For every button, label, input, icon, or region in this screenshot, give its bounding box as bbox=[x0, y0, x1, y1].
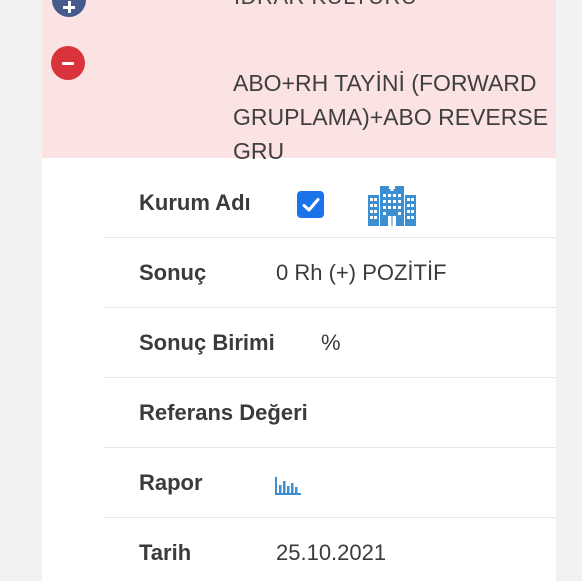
result-row: Sonuç 0 Rh (+) POZİTİF bbox=[104, 238, 556, 308]
institution-checkbox[interactable] bbox=[297, 191, 324, 218]
institution-label: Kurum Adı bbox=[139, 189, 251, 215]
result-label: Sonuç bbox=[139, 259, 207, 285]
collapse-button[interactable] bbox=[51, 46, 85, 80]
date-value: 25.10.2021 bbox=[276, 540, 387, 565]
institution-row: Kurum Adı bbox=[104, 168, 556, 238]
checkmark-icon bbox=[302, 197, 319, 211]
result-value: 0 Rh (+) POZİTİF bbox=[276, 259, 447, 285]
test-results-card: İDRAR KÜLTÜRÜ ABO+RH TAYİNİ (FORWARD GRU… bbox=[42, 0, 556, 581]
report-row: Rapor bbox=[104, 448, 556, 518]
report-label: Rapor bbox=[139, 469, 203, 495]
current-test-header[interactable]: ABO+RH TAYİNİ (FORWARD GRUPLAMA)+ABO REV… bbox=[42, 22, 556, 164]
bar-chart-icon[interactable] bbox=[275, 473, 301, 495]
previous-test-title: İDRAR KÜLTÜRÜ bbox=[234, 0, 417, 10]
date-row: Tarih 25.10.2021 bbox=[104, 518, 556, 581]
hospital-icon[interactable] bbox=[368, 182, 416, 226]
minus-icon bbox=[62, 61, 74, 65]
unit-value: % bbox=[321, 329, 341, 355]
previous-test-header[interactable]: İDRAR KÜLTÜRÜ bbox=[42, 0, 556, 22]
reference-row: Referans Değeri bbox=[104, 378, 556, 448]
reference-label: Referans Değeri bbox=[139, 399, 308, 425]
unit-label: Sonuç Birimi bbox=[139, 329, 275, 355]
date-label: Tarih bbox=[139, 540, 192, 565]
test-title: ABO+RH TAYİNİ (FORWARD GRUPLAMA)+ABO REV… bbox=[233, 70, 549, 164]
plus-icon bbox=[63, 1, 75, 13]
unit-row: Sonuç Birimi % bbox=[104, 308, 556, 378]
